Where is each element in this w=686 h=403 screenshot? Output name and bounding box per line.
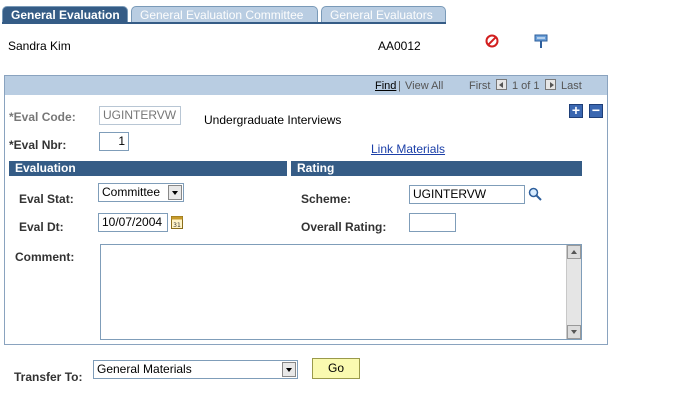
overall-rating-label: Overall Rating: [301,220,387,234]
add-row-button[interactable]: + [569,103,583,118]
eval-dt-label: Eval Dt: [19,220,64,234]
search-icon[interactable] [528,187,542,201]
view-all-link[interactable]: View All [405,80,443,92]
scheme-label: Scheme: [301,192,352,206]
tab-general-evaluators[interactable]: General Evaluators [321,6,446,23]
eval-code-label: *Eval Code: [9,110,76,124]
evaluation-panel: Find | View All First 1 of 1 Last + − *E… [4,75,608,345]
eval-stat-label: Eval Stat: [19,192,74,206]
first-label: First [469,80,491,92]
student-id: AA0012 [378,39,421,53]
row-range: 1 of 1 [512,80,540,92]
overall-rating-field[interactable] [409,213,456,232]
eval-nbr-label: *Eval Nbr: [9,138,67,152]
chevron-down-icon[interactable] [282,362,296,377]
rating-section-header: Rating [291,161,582,176]
go-button[interactable]: Go [312,358,360,379]
tab-general-evaluation[interactable]: General Evaluation [2,6,128,23]
eval-dt-field[interactable]: 10/07/2004 [98,213,168,232]
next-arrow-icon[interactable] [545,79,556,90]
eval-stat-select[interactable]: Committee [98,183,184,202]
scroll-up-icon[interactable] [567,245,581,259]
eval-stat-value: Committee [102,185,161,199]
link-materials-link[interactable]: Link Materials [371,142,445,156]
eval-code-description: Undergraduate Interviews [204,113,342,127]
last-label: Last [561,80,582,92]
transfer-to-value: General Materials [97,362,192,376]
comment-scrollbar[interactable] [566,245,581,339]
delete-row-button[interactable]: − [589,103,603,118]
tab-general-evaluation-committee[interactable]: General Evaluation Committee [131,6,318,23]
student-name: Sandra Kim [8,39,71,53]
message-sign-icon[interactable] [533,33,549,49]
calendar-icon[interactable]: 31 [171,215,183,229]
tab-underline [2,22,446,24]
eval-code-field: UGINTERVW [99,106,181,125]
scroll-down-icon[interactable] [567,325,581,339]
transfer-to-select[interactable]: General Materials [93,360,298,379]
chevron-down-icon[interactable] [168,185,182,200]
no-entry-icon[interactable] [485,34,499,48]
evaluation-section-header: Evaluation [9,161,287,176]
scheme-field[interactable]: UGINTERVW [409,185,525,204]
svg-text:31: 31 [173,222,181,229]
eval-nbr-field[interactable]: 1 [99,132,129,151]
find-link[interactable]: Find [375,80,396,92]
comment-label: Comment: [15,250,75,264]
nav-separator: | [398,80,401,92]
prev-arrow-icon[interactable] [496,79,507,90]
panel-header: Find | View All First 1 of 1 Last [5,76,607,95]
transfer-to-label: Transfer To: [14,370,83,384]
comment-textarea[interactable] [100,244,582,340]
